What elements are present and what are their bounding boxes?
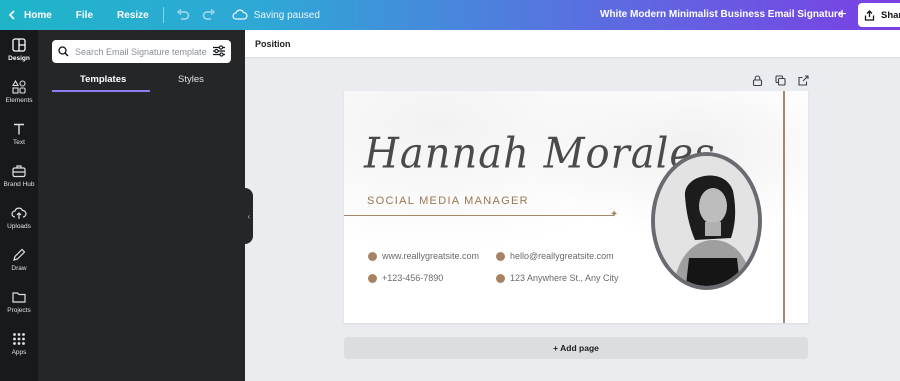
sliders-icon <box>213 45 225 57</box>
lock-page-button[interactable] <box>752 75 763 86</box>
add-page-button[interactable]: + Add page <box>344 337 808 359</box>
top-toolbar: Home File Resize Saving paused White Mod… <box>0 0 900 30</box>
nav-item-apps[interactable]: Apps <box>0 332 38 372</box>
text-icon <box>14 123 24 135</box>
active-tab-indicator <box>52 90 150 92</box>
search-box[interactable] <box>52 40 231 63</box>
mail-icon <box>496 251 505 261</box>
signature-name[interactable]: Hannah Morales <box>364 130 716 178</box>
undo-button[interactable] <box>176 9 190 21</box>
filter-button[interactable] <box>212 44 226 63</box>
sparkle-icon: ✦ <box>610 209 619 220</box>
save-status[interactable]: Saving paused <box>232 9 320 21</box>
home-label: Home <box>24 9 52 21</box>
nav-item-design[interactable]: Design <box>0 38 38 78</box>
save-status-label: Saving paused <box>253 9 320 21</box>
nav-label-projects: Projects <box>7 307 31 314</box>
cloud-upload-icon <box>11 207 27 219</box>
pen-icon <box>13 248 26 261</box>
job-title[interactable]: SOCIAL MEDIA MANAGER <box>367 195 529 207</box>
divider-line[interactable] <box>344 215 614 216</box>
position-button[interactable]: Position <box>255 39 291 49</box>
share-label: Share <box>881 9 900 21</box>
search-icon <box>58 46 69 57</box>
share-button[interactable]: Share <box>858 3 900 27</box>
grid-icon <box>13 333 25 345</box>
share-icon <box>864 9 875 21</box>
phone-text: +123-456-7890 <box>382 273 444 283</box>
chevron-left-icon <box>8 10 15 20</box>
context-toolbar: Position <box>245 30 900 58</box>
toolbar-divider <box>162 7 164 23</box>
portrait-photo[interactable] <box>651 152 762 290</box>
nav-item-uploads[interactable]: Uploads <box>0 206 38 246</box>
tab-styles[interactable]: Styles <box>178 74 204 85</box>
duplicate-icon <box>775 75 786 86</box>
globe-icon <box>368 251 377 261</box>
nav-label-elements: Elements <box>5 97 33 104</box>
phone-icon <box>368 273 377 283</box>
home-button[interactable]: Home <box>8 10 52 21</box>
contact-address[interactable]: 123 Anywhere St., Any City <box>496 273 619 283</box>
location-pin-icon <box>496 273 505 283</box>
file-menu-button[interactable]: File <box>76 10 93 21</box>
templates-panel: Templates Styles <box>38 30 245 381</box>
briefcase-icon <box>12 165 26 178</box>
layout-icon <box>12 38 26 52</box>
nav-label-brand-hub: Brand Hub <box>3 181 35 188</box>
contact-website[interactable]: www.reallygreatsite.com <box>368 251 479 261</box>
chevron-left-icon: ‹ <box>247 211 251 221</box>
nav-item-projects[interactable]: Projects <box>0 290 38 330</box>
panel-collapse-handle[interactable]: ‹ <box>245 188 253 244</box>
lock-icon <box>752 75 763 86</box>
address-text: 123 Anywhere St., Any City <box>510 273 619 283</box>
cloud-icon <box>232 9 248 20</box>
shapes-icon <box>12 80 26 94</box>
document-title[interactable]: White Modern Minimalist Business Email S… <box>600 9 843 20</box>
contact-email[interactable]: hello@reallygreatsite.com <box>496 251 614 261</box>
resize-button[interactable]: Resize <box>117 10 149 21</box>
nav-label-uploads: Uploads <box>7 223 31 230</box>
website-text: www.reallygreatsite.com <box>382 251 480 261</box>
add-page-above-button[interactable] <box>798 75 809 86</box>
vertical-accent-line[interactable] <box>783 91 785 323</box>
export-icon <box>798 75 809 86</box>
left-navigation: Design Elements Text Brand Hub Uploads D… <box>0 30 38 381</box>
page-tools <box>752 75 809 86</box>
contact-phone[interactable]: +123-456-7890 <box>368 273 443 283</box>
nav-item-text[interactable]: Text <box>0 122 38 162</box>
add-collaborator-button[interactable]: + <box>832 5 852 25</box>
design-canvas[interactable]: Hannah Morales SOCIAL MEDIA MANAGER ✦ ww… <box>344 91 808 323</box>
email-text: hello@reallygreatsite.com <box>510 251 614 261</box>
nav-item-elements[interactable]: Elements <box>0 80 38 120</box>
tab-templates[interactable]: Templates <box>80 74 126 85</box>
redo-icon <box>202 9 215 20</box>
duplicate-page-button[interactable] <box>775 75 786 86</box>
nav-label-draw: Draw <box>11 265 27 272</box>
nav-item-brand-hub[interactable]: Brand Hub <box>0 164 38 204</box>
nav-item-draw[interactable]: Draw <box>0 248 38 288</box>
folder-icon <box>12 292 26 303</box>
nav-label-design: Design <box>8 55 30 62</box>
search-input[interactable] <box>75 46 207 57</box>
nav-label-apps: Apps <box>11 349 27 356</box>
undo-icon <box>176 9 189 20</box>
redo-button[interactable] <box>202 9 216 21</box>
nav-label-text: Text <box>13 139 25 146</box>
